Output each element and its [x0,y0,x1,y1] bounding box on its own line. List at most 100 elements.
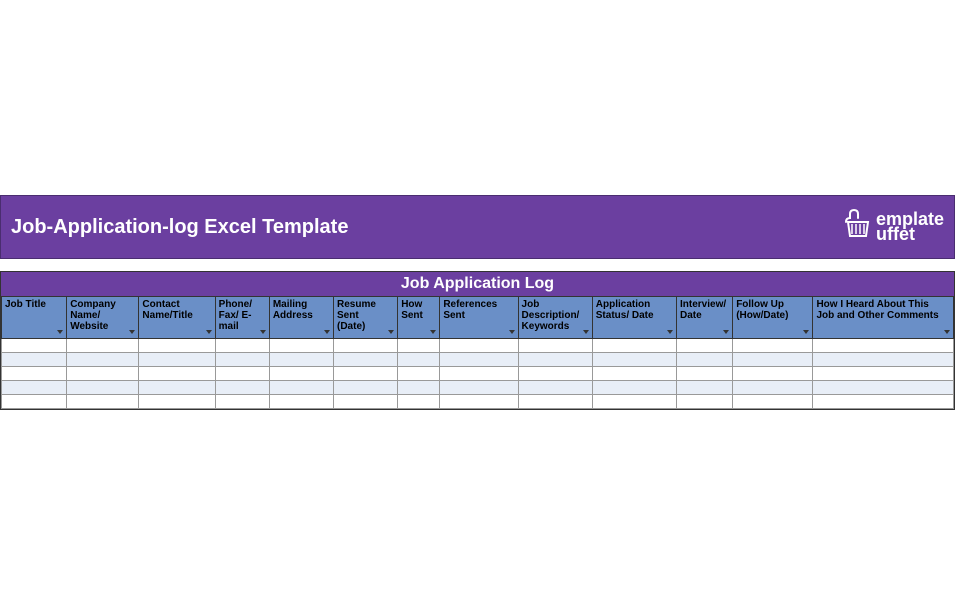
table-row [2,395,954,409]
filter-dropdown-icon[interactable] [429,328,437,336]
col-header-contact[interactable]: Contact Name/Title [139,297,215,339]
table-cell[interactable] [139,381,215,395]
job-application-table: Job Title Company Name/ Website Contact … [1,296,954,409]
table-cell[interactable] [2,395,67,409]
table-cell[interactable] [677,381,733,395]
table-cell[interactable] [813,381,954,395]
col-header-description[interactable]: Job Description/ Keywords [518,297,592,339]
table-cell[interactable] [398,339,440,353]
table-cell[interactable] [440,339,518,353]
table-cell[interactable] [269,339,333,353]
table-cell[interactable] [2,353,67,367]
table-cell[interactable] [334,339,398,353]
col-header-company[interactable]: Company Name/ Website [67,297,139,339]
col-header-phone[interactable]: Phone/ Fax/ E-mail [215,297,269,339]
table-cell[interactable] [398,353,440,367]
table-cell[interactable] [269,381,333,395]
table-cell[interactable] [518,395,592,409]
table-cell[interactable] [677,367,733,381]
table-cell[interactable] [139,353,215,367]
table-cell[interactable] [813,353,954,367]
table-cell[interactable] [334,395,398,409]
col-header-how-sent[interactable]: How Sent [398,297,440,339]
col-header-status[interactable]: Application Status/ Date [592,297,676,339]
table-cell[interactable] [518,339,592,353]
table-cell[interactable] [813,367,954,381]
table-cell[interactable] [813,395,954,409]
filter-dropdown-icon[interactable] [582,328,590,336]
table-cell[interactable] [677,339,733,353]
table-cell[interactable] [518,367,592,381]
table-cell[interactable] [269,353,333,367]
header-row: Job Title Company Name/ Website Contact … [2,297,954,339]
table-cell[interactable] [67,339,139,353]
filter-dropdown-icon[interactable] [56,328,64,336]
col-label: Job Description/ Keywords [522,299,589,332]
filter-dropdown-icon[interactable] [722,328,730,336]
col-label: Application Status/ Date [596,299,673,321]
table-row [2,353,954,367]
table-cell[interactable] [398,367,440,381]
table-cell[interactable] [67,395,139,409]
table-cell[interactable] [2,367,67,381]
col-header-resume-sent[interactable]: Resume Sent (Date) [334,297,398,339]
table-cell[interactable] [813,339,954,353]
table-cell[interactable] [733,367,813,381]
table-cell[interactable] [215,339,269,353]
table-cell[interactable] [677,353,733,367]
table-cell[interactable] [440,395,518,409]
table-cell[interactable] [398,395,440,409]
table-cell[interactable] [592,353,676,367]
table-cell[interactable] [215,367,269,381]
table-cell[interactable] [677,395,733,409]
table-cell[interactable] [592,339,676,353]
table-cell[interactable] [733,353,813,367]
filter-dropdown-icon[interactable] [508,328,516,336]
col-label: Follow Up (How/Date) [736,299,809,321]
table-cell[interactable] [518,353,592,367]
filter-dropdown-icon[interactable] [128,328,136,336]
table-cell[interactable] [398,381,440,395]
table-cell[interactable] [67,367,139,381]
table-cell[interactable] [334,381,398,395]
table-cell[interactable] [2,339,67,353]
filter-dropdown-icon[interactable] [802,328,810,336]
table-cell[interactable] [67,353,139,367]
table-cell[interactable] [592,395,676,409]
table-cell[interactable] [733,395,813,409]
table-cell[interactable] [269,367,333,381]
table-cell[interactable] [733,339,813,353]
col-header-references[interactable]: References Sent [440,297,518,339]
filter-dropdown-icon[interactable] [205,328,213,336]
col-header-comments[interactable]: How I Heard About This Job and Other Com… [813,297,954,339]
table-cell[interactable] [215,381,269,395]
table-cell[interactable] [440,353,518,367]
table-cell[interactable] [440,381,518,395]
filter-dropdown-icon[interactable] [387,328,395,336]
table-cell[interactable] [440,367,518,381]
table-cell[interactable] [139,367,215,381]
table-cell[interactable] [334,367,398,381]
table-cell[interactable] [2,381,67,395]
table-cell[interactable] [215,395,269,409]
col-header-mailing[interactable]: Mailing Address [269,297,333,339]
table-cell[interactable] [592,381,676,395]
table-cell[interactable] [139,339,215,353]
filter-dropdown-icon[interactable] [666,328,674,336]
table-cell[interactable] [592,367,676,381]
table-cell[interactable] [518,381,592,395]
logo-text-wrap: emplate uffet [876,209,944,245]
table-cell[interactable] [334,353,398,367]
table-cell[interactable] [215,353,269,367]
page-title: Job-Application-log Excel Template [11,216,348,239]
table-cell[interactable] [269,395,333,409]
col-header-job-title[interactable]: Job Title [2,297,67,339]
filter-dropdown-icon[interactable] [943,328,951,336]
table-cell[interactable] [67,381,139,395]
filter-dropdown-icon[interactable] [323,328,331,336]
filter-dropdown-icon[interactable] [259,328,267,336]
col-header-followup[interactable]: Follow Up (How/Date) [733,297,813,339]
table-cell[interactable] [139,395,215,409]
table-cell[interactable] [733,381,813,395]
col-header-interview[interactable]: Interview/ Date [677,297,733,339]
